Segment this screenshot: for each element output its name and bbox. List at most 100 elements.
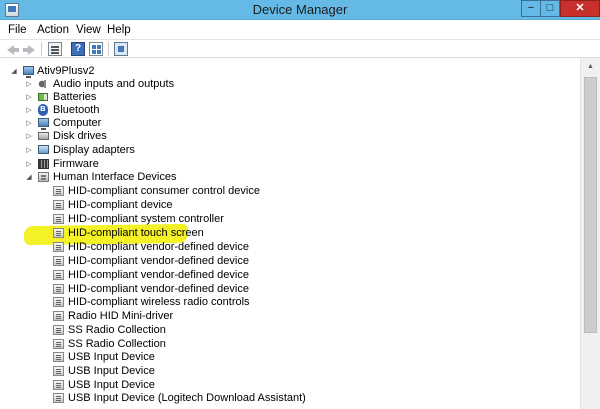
menu-bar: File Action View Help: [0, 20, 600, 40]
scrollbar-thumb[interactable]: [584, 77, 597, 333]
scroll-up-button[interactable]: ▲: [581, 58, 600, 75]
vertical-scrollbar[interactable]: ▲: [580, 58, 600, 409]
tree-category[interactable]: ▷ Disk drives: [0, 130, 580, 143]
hid-device-icon: [53, 311, 64, 321]
view-icon[interactable]: [89, 42, 103, 56]
hid-device-label: Radio HID Mini-driver: [68, 310, 174, 322]
hid-device-label: SS Radio Collection: [68, 324, 166, 336]
computer-icon: [38, 118, 49, 130]
forward-arrow-icon[interactable]: [22, 42, 36, 56]
help-icon[interactable]: ?: [71, 42, 85, 56]
hid-device-item[interactable]: USB Input Device: [0, 351, 580, 364]
expander-collapsed-icon[interactable]: ▷: [25, 93, 33, 102]
category-label: Display adapters: [53, 144, 135, 156]
hid-device-item[interactable]: HID-compliant vendor-defined device: [0, 241, 580, 254]
hid-device-item[interactable]: Radio HID Mini-driver: [0, 310, 580, 323]
hid-device-icon: [53, 352, 64, 362]
hid-device-label: USB Input Device (Logitech Download Assi…: [68, 392, 306, 404]
hid-device-label: USB Input Device: [68, 351, 155, 363]
expander-collapsed-icon[interactable]: ▷: [25, 132, 33, 141]
tree-category[interactable]: ▷ Computer: [0, 117, 580, 130]
expander-expanded-icon[interactable]: ◢: [25, 173, 33, 182]
hid-device-icon: [53, 284, 64, 294]
tree-category[interactable]: ▷ Bluetooth: [0, 103, 580, 117]
hid-device-icon: [53, 186, 64, 196]
minimize-button[interactable]: −: [521, 0, 541, 17]
hid-device-label: SS Radio Collection: [68, 338, 166, 350]
speaker-icon: [38, 78, 49, 90]
maximize-button[interactable]: □: [540, 0, 560, 17]
properties-icon[interactable]: [48, 42, 62, 56]
hid-device-item[interactable]: HID-compliant vendor-defined device: [0, 269, 580, 282]
tree-category[interactable]: ▷ Firmware: [0, 158, 580, 171]
device-tree[interactable]: ◢ Ativ9Plusv2 ▷ Audio inputs and outputs…: [0, 58, 580, 409]
tree-category[interactable]: ▷ Display adapters: [0, 144, 580, 157]
battery-icon: [38, 93, 48, 101]
hid-device-item[interactable]: HID-compliant consumer control device: [0, 185, 580, 198]
bluetooth-icon: [38, 103, 48, 116]
tree-category[interactable]: ▷ Audio inputs and outputs: [0, 78, 580, 91]
back-arrow-icon[interactable]: [6, 42, 20, 56]
hid-device-label: HID-compliant vendor-defined device: [68, 283, 249, 295]
category-label: Audio inputs and outputs: [53, 78, 175, 90]
category-label: Human Interface Devices: [53, 171, 177, 183]
hid-device-icon: [53, 325, 64, 335]
menu-view[interactable]: View: [76, 24, 101, 36]
hid-device-item[interactable]: HID-compliant vendor-defined device: [0, 283, 580, 296]
hid-icon: [38, 172, 49, 182]
menu-action[interactable]: Action: [37, 24, 69, 36]
hid-device-icon: [53, 228, 64, 238]
category-label: Computer: [53, 117, 102, 129]
hid-device-label: HID-compliant device: [68, 199, 173, 211]
hid-device-item[interactable]: HID-compliant wireless radio controls: [0, 296, 580, 309]
display-adapter-icon: [38, 145, 49, 154]
hid-device-icon: [53, 297, 64, 307]
toolbar: ?: [0, 40, 600, 58]
expander-expanded-icon[interactable]: ◢: [10, 67, 18, 76]
hid-device-item[interactable]: HID-compliant device: [0, 199, 580, 212]
menu-help[interactable]: Help: [107, 24, 131, 36]
hid-device-label: HID-compliant wireless radio controls: [68, 296, 250, 308]
hid-device-icon: [53, 200, 64, 210]
hid-device-label: HID-compliant consumer control device: [68, 185, 260, 197]
tree-category[interactable]: ◢ Human Interface Devices: [0, 171, 580, 184]
window-title: Device Manager: [252, 2, 348, 17]
hid-device-label: HID-compliant vendor-defined device: [68, 269, 249, 281]
expander-collapsed-icon[interactable]: ▷: [25, 106, 33, 115]
hid-device-label: USB Input Device: [68, 379, 155, 391]
hid-device-icon: [53, 339, 64, 349]
tree-category[interactable]: ▷ Batteries: [0, 91, 580, 104]
hid-device-icon: [53, 242, 64, 252]
disk-drive-icon: [38, 132, 49, 140]
hid-device-item[interactable]: HID-compliant system controller: [0, 213, 580, 226]
hid-device-label: HID-compliant vendor-defined device: [68, 241, 249, 253]
hid-device-item[interactable]: USB Input Device: [0, 379, 580, 392]
title-bar[interactable]: Device Manager − □ ✕: [0, 0, 600, 20]
close-button[interactable]: ✕: [560, 0, 600, 17]
hid-device-item[interactable]: USB Input Device: [0, 365, 580, 378]
hid-device-icon: [53, 256, 64, 266]
expander-collapsed-icon[interactable]: ▷: [25, 146, 33, 155]
hid-device-icon: [53, 366, 64, 376]
scan-hardware-icon[interactable]: [114, 42, 128, 56]
hid-device-item[interactable]: HID-compliant vendor-defined device: [0, 255, 580, 268]
tree-root[interactable]: ◢ Ativ9Plusv2: [0, 65, 580, 78]
hid-device-label: HID-compliant system controller: [68, 213, 224, 225]
hid-device-item[interactable]: SS Radio Collection: [0, 324, 580, 337]
hid-device-label: USB Input Device: [68, 365, 155, 377]
hid-device-label: HID-compliant vendor-defined device: [68, 255, 249, 267]
hid-device-item[interactable]: SS Radio Collection: [0, 338, 580, 351]
hid-device-icon: [53, 214, 64, 224]
category-label: Bluetooth: [53, 104, 100, 116]
expander-collapsed-icon[interactable]: ▷: [25, 160, 33, 169]
firmware-icon: [38, 159, 49, 169]
hid-device-label: HID-compliant touch screen: [68, 227, 204, 239]
hid-device-icon: [53, 380, 64, 390]
computer-icon: [23, 66, 34, 78]
hid-device-item[interactable]: USB Input Device (Logitech Download Assi…: [0, 392, 580, 405]
hid-device-icon: [53, 393, 64, 403]
expander-collapsed-icon[interactable]: ▷: [25, 119, 33, 128]
expander-collapsed-icon[interactable]: ▷: [25, 80, 33, 89]
hid-device-item-touch-screen[interactable]: HID-compliant touch screen: [0, 227, 580, 240]
menu-file[interactable]: File: [8, 24, 27, 36]
